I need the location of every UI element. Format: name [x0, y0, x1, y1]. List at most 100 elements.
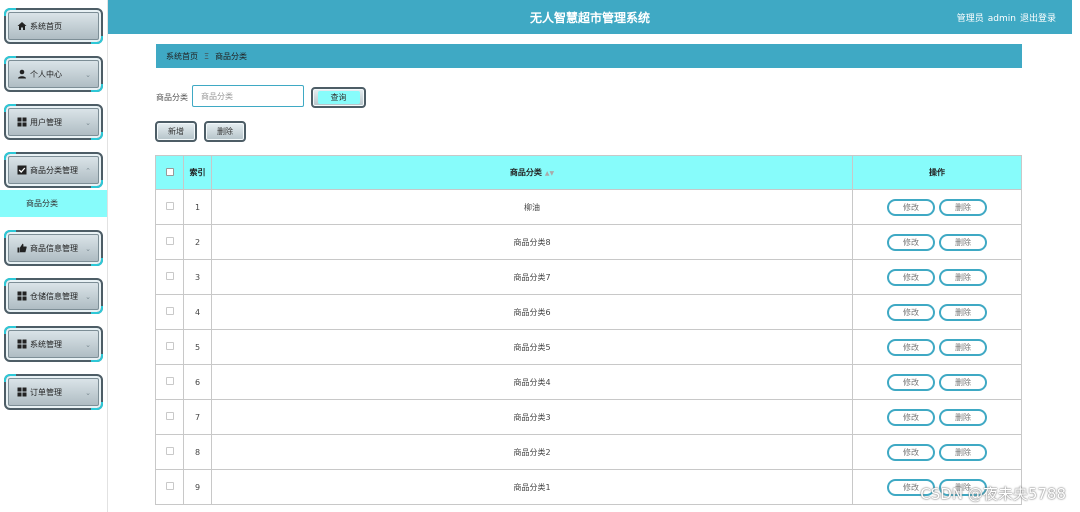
- chevron-down-icon: ⌄: [85, 119, 91, 127]
- delete-button[interactable]: 删除: [939, 373, 987, 391]
- search-input[interactable]: 商品分类: [192, 85, 304, 107]
- row-operations: 修改 删除: [852, 259, 1022, 295]
- delete-button[interactable]: 删除: [939, 233, 987, 251]
- edit-button[interactable]: 修改: [887, 443, 935, 461]
- table-row: 5 商品分类5 修改 删除: [155, 329, 1022, 365]
- delete-button[interactable]: 删除: [939, 198, 987, 216]
- nav-label: 个人中心: [30, 69, 62, 79]
- edit-button[interactable]: 修改: [887, 268, 935, 286]
- table-row: 8 商品分类2 修改 删除: [155, 434, 1022, 470]
- header-index: 索引: [183, 155, 212, 190]
- header-operation: 操作: [852, 155, 1022, 190]
- table-row: 9 商品分类1 修改 删除: [155, 469, 1022, 505]
- row-operations: 修改 删除: [852, 294, 1022, 330]
- header-category-label: 商品分类: [509, 168, 542, 177]
- nav-label: 商品分类管理: [30, 165, 78, 175]
- logout-link[interactable]: 退出登录: [1020, 14, 1056, 24]
- nav-item-home[interactable]: 系统首页: [4, 8, 103, 44]
- nav-label: 系统首页: [30, 21, 62, 31]
- row-checkbox[interactable]: [165, 447, 174, 455]
- delete-button[interactable]: 删除: [939, 303, 987, 321]
- nav-item-warehouse-management[interactable]: 仓储信息管理 ⌄: [4, 278, 103, 314]
- nav-item-user-management[interactable]: 用户管理 ⌄: [4, 104, 103, 140]
- row-select-cell: [155, 469, 184, 505]
- chevron-up-icon: ⌃: [85, 167, 91, 175]
- row-index: 6: [183, 364, 212, 400]
- edit-button[interactable]: 修改: [887, 233, 935, 251]
- row-index: 7: [183, 399, 212, 435]
- user-icon: [17, 69, 27, 79]
- edit-button[interactable]: 修改: [887, 338, 935, 356]
- select-all-checkbox[interactable]: [165, 167, 174, 176]
- row-select-cell: [155, 364, 184, 400]
- row-index: 3: [183, 259, 212, 295]
- select-all-cell: [155, 155, 184, 190]
- breadcrumb-home[interactable]: 系统首页: [166, 51, 198, 62]
- grid-icon: [17, 291, 27, 301]
- query-button[interactable]: 查询: [311, 87, 366, 108]
- app-title: 无人智慧超市管理系统: [529, 11, 650, 25]
- row-operations: 修改 删除: [852, 189, 1022, 225]
- edit-button[interactable]: 修改: [887, 303, 935, 321]
- edit-button[interactable]: 修改: [887, 373, 935, 391]
- row-index: 8: [183, 434, 212, 470]
- nav-label: 订单管理: [30, 387, 62, 397]
- category-table: 索引 商品分类 ▲▼ 操作 1 柳油 修改 删除 2 商品分类8 修改 删除 3 商品分类7 修改 删除…: [155, 155, 1022, 505]
- row-select-cell: [155, 329, 184, 365]
- home-icon: [17, 21, 27, 31]
- table-row: 1 柳油 修改 删除: [155, 189, 1022, 225]
- submenu-label: 商品分类: [26, 199, 58, 208]
- row-select-cell: [155, 224, 184, 260]
- row-select-cell: [155, 189, 184, 225]
- grid-icon: [17, 117, 27, 127]
- sidebar: 系统首页 个人中心 ⌄ 用户管理 ⌄ 商品分类管理 ⌃ 商品分类 商品信息管理 …: [0, 0, 108, 512]
- delete-button[interactable]: 删除: [939, 338, 987, 356]
- header-category[interactable]: 商品分类 ▲▼: [211, 155, 853, 190]
- row-select-cell: [155, 294, 184, 330]
- nav-item-product-management[interactable]: 商品信息管理 ⌄: [4, 230, 103, 266]
- nav-label: 仓储信息管理: [30, 291, 78, 301]
- row-index: 4: [183, 294, 212, 330]
- row-checkbox[interactable]: [165, 482, 174, 490]
- nav-item-system-management[interactable]: 系统管理 ⌄: [4, 326, 103, 362]
- nav-item-category-management[interactable]: 商品分类管理 ⌃: [4, 152, 103, 188]
- nav-label: 系统管理: [30, 339, 62, 349]
- delete-button[interactable]: 删除: [939, 443, 987, 461]
- row-operations: 修改 删除: [852, 434, 1022, 470]
- chevron-down-icon: ⌄: [85, 293, 91, 301]
- top-bar: 无人智慧超市管理系统 管理员 admin 退出登录: [108, 0, 1072, 34]
- edit-button[interactable]: 修改: [887, 198, 935, 216]
- watermark: CSDN @夜未央5788: [920, 485, 1066, 503]
- row-checkbox[interactable]: [165, 412, 174, 420]
- add-button[interactable]: 新增: [155, 121, 197, 142]
- row-checkbox[interactable]: [165, 307, 174, 315]
- row-checkbox[interactable]: [165, 342, 174, 350]
- delete-button[interactable]: 删除: [939, 268, 987, 286]
- table-row: 4 商品分类6 修改 删除: [155, 294, 1022, 330]
- table-row: 2 商品分类8 修改 删除: [155, 224, 1022, 260]
- user-info: 管理员 admin 退出登录: [953, 11, 1056, 24]
- row-checkbox[interactable]: [165, 237, 174, 245]
- batch-delete-button[interactable]: 删除: [204, 121, 246, 142]
- row-checkbox[interactable]: [165, 377, 174, 385]
- breadcrumb-separator: Ξ: [204, 51, 210, 61]
- nav-item-personal-center[interactable]: 个人中心 ⌄: [4, 56, 103, 92]
- chevron-down-icon: ⌄: [85, 389, 91, 397]
- sort-icon[interactable]: ▲▼: [545, 170, 554, 177]
- delete-button[interactable]: 删除: [939, 408, 987, 426]
- search-label: 商品分类: [156, 93, 188, 102]
- row-category: 商品分类7: [211, 259, 853, 295]
- row-checkbox[interactable]: [165, 202, 174, 210]
- row-checkbox[interactable]: [165, 272, 174, 280]
- row-select-cell: [155, 399, 184, 435]
- edit-button[interactable]: 修改: [887, 408, 935, 426]
- table-header-row: 索引 商品分类 ▲▼ 操作: [155, 155, 1022, 190]
- breadcrumb-current: 商品分类: [215, 51, 248, 61]
- row-operations: 修改 删除: [852, 399, 1022, 435]
- chevron-down-icon: ⌄: [85, 245, 91, 253]
- row-category: 商品分类2: [211, 434, 853, 470]
- grid-icon: [17, 387, 27, 397]
- table-row: 7 商品分类3 修改 删除: [155, 399, 1022, 435]
- submenu-item-category[interactable]: 商品分类: [0, 190, 108, 217]
- nav-item-order-management[interactable]: 订单管理 ⌄: [4, 374, 103, 410]
